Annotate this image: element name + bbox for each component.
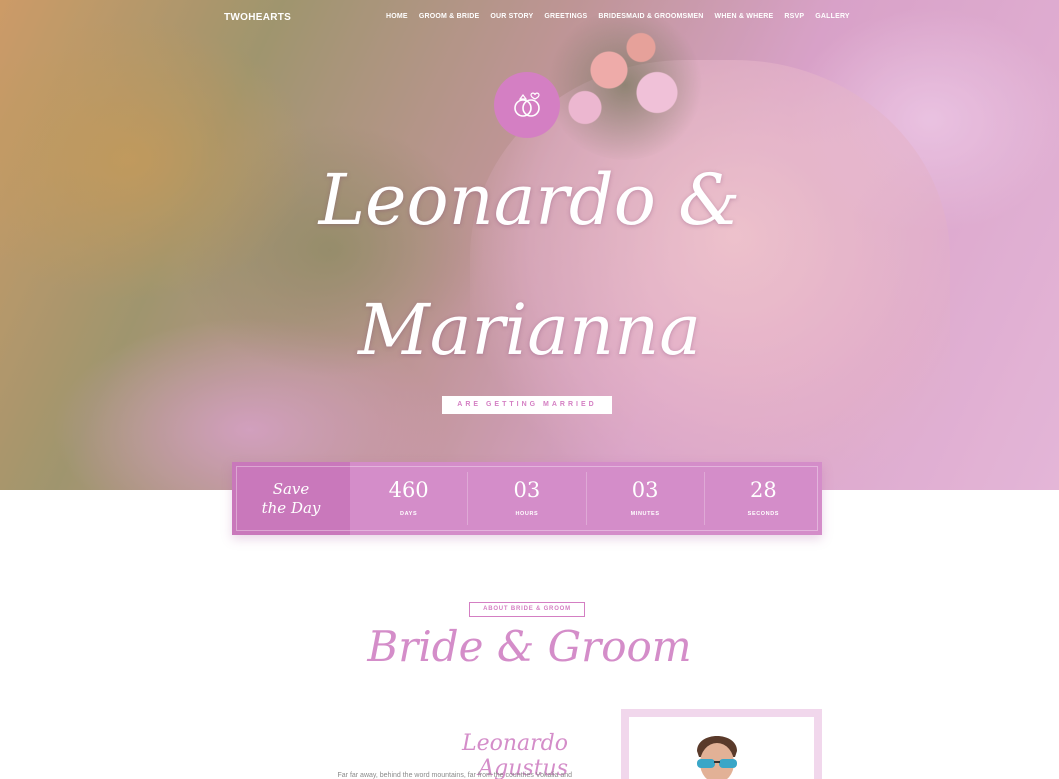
countdown-seconds: 28 SECONDS <box>705 462 822 535</box>
nav-item-when-where[interactable]: WHEN & WHERE <box>715 13 774 20</box>
countdown-seconds-value: 28 <box>750 478 777 502</box>
nav-menu: HOME GROOM & BRIDE OUR STORY GREETINGS B… <box>386 13 850 20</box>
brand-logo[interactable]: TWOHEARTS <box>224 12 291 23</box>
hero-title-line1: Leonardo & <box>318 159 741 241</box>
countdown-hours-value: 03 <box>513 478 541 502</box>
countdown-days: 460 DAYS <box>350 462 467 535</box>
countdown-minutes: 03 MINUTES <box>587 462 704 535</box>
hero-tagline: ARE GETTING MARRIED <box>442 396 612 414</box>
wedding-rings-icon <box>514 92 540 117</box>
ring-badge <box>494 72 560 138</box>
nav-item-gallery[interactable]: GALLERY <box>815 13 850 20</box>
groom-portrait-image <box>697 736 737 779</box>
countdown-bar: Save the Day 460 DAYS 03 HOURS 03 MINUTE… <box>232 462 822 535</box>
save-line1: Save <box>272 479 310 498</box>
groom-photo-frame <box>621 709 822 779</box>
countdown-minutes-value: 03 <box>631 478 659 502</box>
top-navigation: TWOHEARTS HOME GROOM & BRIDE OUR STORY G… <box>0 0 1059 34</box>
nav-item-home[interactable]: HOME <box>386 13 408 20</box>
section-title: Bride & Groom <box>367 622 692 671</box>
countdown-days-value: 460 <box>388 478 429 502</box>
save-the-day-label: Save the Day <box>232 462 350 535</box>
nav-item-greetings[interactable]: GREETINGS <box>544 13 587 20</box>
nav-item-rsvp[interactable]: RSVP <box>784 13 804 20</box>
countdown-hours: 03 HOURS <box>468 462 585 535</box>
nav-item-bridesmaid-groomsmen[interactable]: BRIDESMAID & GROOMSMEN <box>598 13 703 20</box>
about-section-tag: ABOUT BRIDE & GROOM <box>469 602 585 617</box>
countdown-days-label: DAYS <box>400 511 418 517</box>
save-line2: the Day <box>261 498 321 517</box>
groom-description: Far far away, behind the word mountains,… <box>337 772 573 779</box>
countdown-seconds-label: SECONDS <box>747 511 780 517</box>
groom-photo <box>629 717 814 779</box>
nav-item-groom-bride[interactable]: GROOM & BRIDE <box>419 13 480 20</box>
countdown-minutes-label: MINUTES <box>630 511 660 517</box>
nav-item-our-story[interactable]: OUR STORY <box>490 13 533 20</box>
hero-title-line2: Marianna <box>358 289 701 371</box>
countdown-hours-label: HOURS <box>515 511 539 517</box>
